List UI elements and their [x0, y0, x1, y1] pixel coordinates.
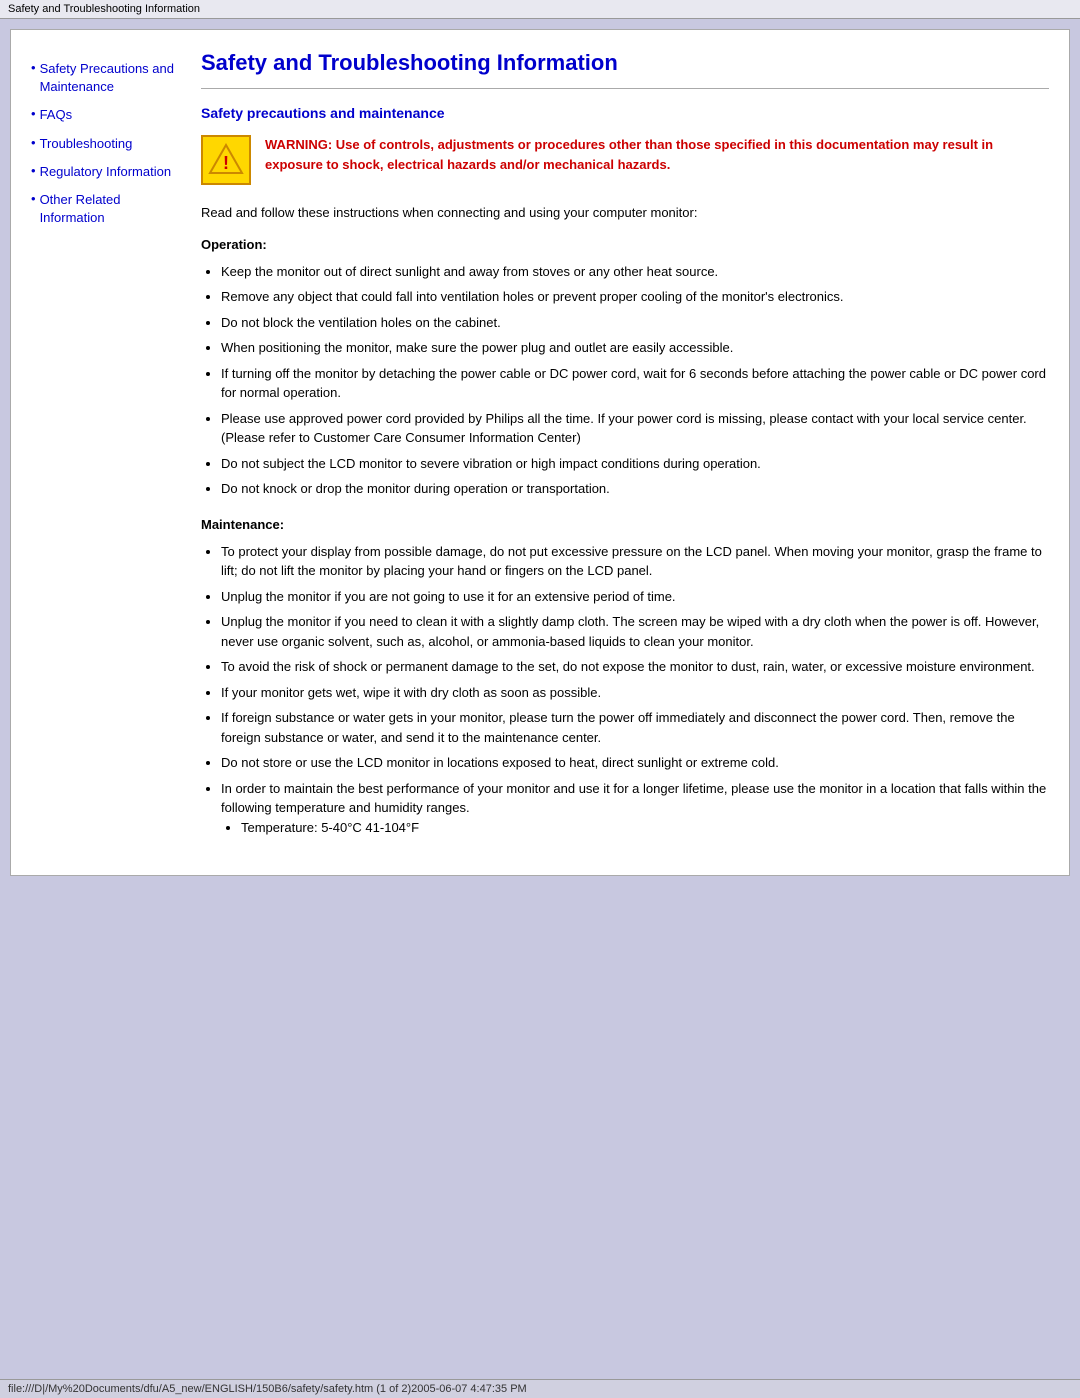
warning-text: WARNING: Use of controls, adjustments or… — [265, 135, 1049, 174]
page-title: Safety and Troubleshooting Information — [201, 50, 1049, 76]
sidebar-link-faqs[interactable]: FAQs — [40, 106, 73, 124]
status-bar: file:///D|/My%20Documents/dfu/A5_new/ENG… — [0, 1379, 1080, 1398]
list-item: Unplug the monitor if you need to clean … — [221, 612, 1049, 651]
list-item: To avoid the risk of shock or permanent … — [221, 657, 1049, 677]
bullet-regulatory: • — [31, 163, 36, 178]
list-item: Remove any object that could fall into v… — [221, 287, 1049, 307]
bullet-troubleshooting: • — [31, 135, 36, 150]
list-item: Unplug the monitor if you are not going … — [221, 587, 1049, 607]
list-item: If turning off the monitor by detaching … — [221, 364, 1049, 403]
browser-content: • Safety Precautions and Maintenance • F… — [0, 19, 1080, 1379]
sidebar-link-regulatory[interactable]: Regulatory Information — [40, 163, 172, 181]
sidebar-link-other[interactable]: Other Related Information — [40, 191, 181, 227]
bullet-other: • — [31, 191, 36, 206]
operation-heading: Operation: — [201, 237, 1049, 252]
page-container: • Safety Precautions and Maintenance • F… — [10, 29, 1070, 876]
maintenance-heading: Maintenance: — [201, 517, 1049, 532]
list-item: When positioning the monitor, make sure … — [221, 338, 1049, 358]
section-title: Safety precautions and maintenance — [201, 105, 1049, 121]
list-item: If your monitor gets wet, wipe it with d… — [221, 683, 1049, 703]
list-item: Do not store or use the LCD monitor in l… — [221, 753, 1049, 773]
sub-list: Temperature: 5-40°C 41-104°F — [241, 818, 1049, 838]
list-item: If foreign substance or water gets in yo… — [221, 708, 1049, 747]
nav-item-troubleshooting: • Troubleshooting — [31, 135, 181, 157]
sidebar-link-safety[interactable]: Safety Precautions and Maintenance — [40, 60, 181, 96]
title-bar-text: Safety and Troubleshooting Information — [8, 3, 200, 15]
list-item: Do not subject the LCD monitor to severe… — [221, 454, 1049, 474]
list-item: Do not block the ventilation holes on th… — [221, 313, 1049, 333]
list-item: Please use approved power cord provided … — [221, 409, 1049, 448]
bullet-safety: • — [31, 60, 36, 75]
nav-item-faqs: • FAQs — [31, 106, 181, 128]
divider — [201, 88, 1049, 89]
nav-item-safety: • Safety Precautions and Maintenance — [31, 60, 181, 100]
main-content: Safety and Troubleshooting Information S… — [201, 50, 1049, 855]
sidebar: • Safety Precautions and Maintenance • F… — [31, 50, 181, 855]
list-item: Temperature: 5-40°C 41-104°F — [241, 818, 1049, 838]
maintenance-list: To protect your display from possible da… — [221, 542, 1049, 838]
nav-item-other: • Other Related Information — [31, 191, 181, 231]
operation-list: Keep the monitor out of direct sunlight … — [221, 262, 1049, 499]
bullet-faqs: • — [31, 106, 36, 121]
list-item: To protect your display from possible da… — [221, 542, 1049, 581]
warning-triangle-icon: ! — [208, 142, 244, 178]
svg-text:!: ! — [223, 153, 229, 173]
intro-text: Read and follow these instructions when … — [201, 203, 1049, 223]
title-bar: Safety and Troubleshooting Information — [0, 0, 1080, 19]
sidebar-link-troubleshooting[interactable]: Troubleshooting — [40, 135, 133, 153]
list-item: In order to maintain the best performanc… — [221, 779, 1049, 838]
warning-icon: ! — [201, 135, 251, 185]
warning-box: ! WARNING: Use of controls, adjustments … — [201, 135, 1049, 185]
status-bar-text: file:///D|/My%20Documents/dfu/A5_new/ENG… — [8, 1383, 527, 1395]
list-item: Keep the monitor out of direct sunlight … — [221, 262, 1049, 282]
nav-item-regulatory: • Regulatory Information — [31, 163, 181, 185]
list-item: Do not knock or drop the monitor during … — [221, 479, 1049, 499]
